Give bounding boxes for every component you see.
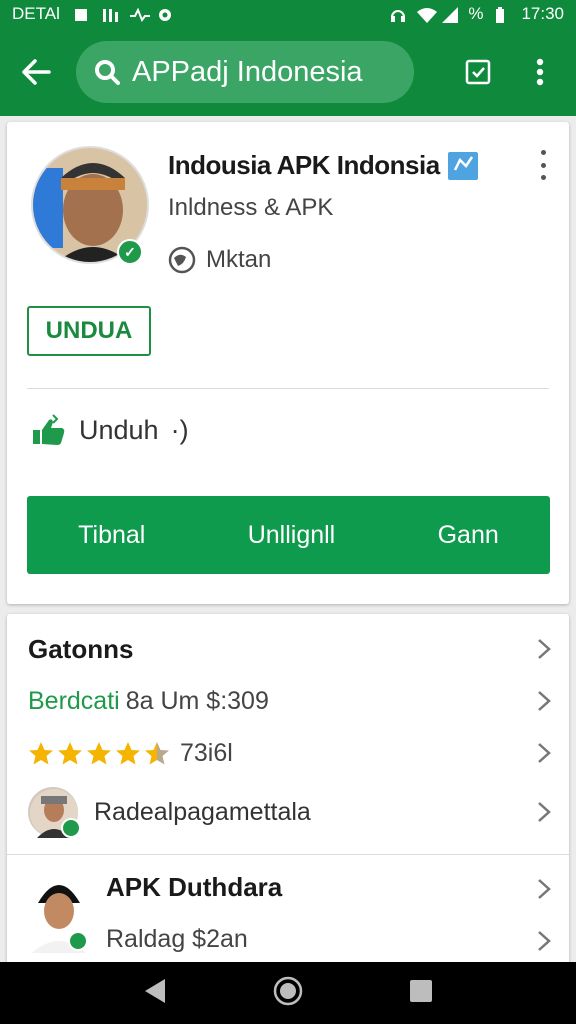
search-text: APPadj Indonesia	[132, 55, 363, 88]
checkbox-icon	[465, 59, 491, 85]
action-unllignll[interactable]: Unllignll	[238, 521, 346, 550]
chevron-right-icon	[538, 691, 551, 711]
app-subtitle: Inldness & APK	[168, 194, 334, 221]
nav-back-button[interactable]	[143, 978, 167, 1009]
more-vert-icon	[536, 58, 544, 86]
price-text: 8a Um $:309	[125, 686, 269, 715]
chevron-right-icon	[538, 802, 551, 822]
card-more-button[interactable]	[535, 150, 551, 180]
star-icon	[116, 741, 140, 764]
chevron-right-icon	[538, 879, 551, 899]
home-circle-icon	[273, 976, 303, 1005]
rating-count: 73i6l	[180, 738, 233, 767]
chevron-right-icon	[538, 931, 551, 951]
star-icon	[87, 741, 111, 764]
battery-icon	[495, 7, 509, 23]
divider	[27, 388, 549, 389]
action-bar: Tibnal Unllignll Gann	[27, 496, 550, 574]
publisher-name: APK Duthdara	[106, 872, 283, 902]
system-nav-bar	[0, 962, 576, 1024]
check-box-button[interactable]	[456, 50, 500, 94]
search-icon	[95, 60, 120, 85]
clock: 17:30	[521, 4, 564, 23]
app-title: Indousia APK Indonsia	[168, 150, 440, 180]
location-row: Mktan	[168, 246, 271, 274]
star-icon	[58, 741, 82, 764]
reviewer-name: Radealpagamettala	[94, 797, 311, 826]
battery-label: %	[468, 4, 484, 23]
verified-badge-icon	[68, 931, 88, 951]
activity-icon	[129, 7, 150, 23]
reviewer-avatar	[28, 787, 81, 838]
download-thumb-icon	[33, 414, 65, 445]
edit-badge-icon	[447, 151, 478, 180]
price-green-text: Berdcati	[28, 686, 120, 715]
recents-square-icon	[410, 979, 432, 1002]
star-rating	[28, 741, 170, 766]
reviewer-row[interactable]: Radealpagamettala	[7, 784, 569, 840]
details-list-card: Gatonns Berdcati 8a Um $:309 73i6l Radea…	[7, 614, 569, 964]
publisher-avatar	[28, 873, 90, 953]
chevron-right-icon	[538, 639, 551, 659]
verified-badge-icon: ✓	[117, 239, 143, 265]
app-detail-card: ✓ Indousia APK Indonsia Inldness & APK M…	[7, 122, 569, 604]
dot	[540, 175, 546, 180]
price-row[interactable]: Berdcati 8a Um $:309	[7, 684, 569, 718]
overflow-menu-button[interactable]	[518, 50, 562, 94]
download-suffix: ·)	[170, 414, 189, 445]
star-icon	[29, 741, 53, 764]
notification-icon	[74, 7, 88, 21]
location-icon	[158, 7, 172, 21]
publisher-detail: Raldag $2an	[106, 925, 248, 953]
install-button[interactable]: UNDUA	[27, 306, 151, 356]
carrier-label: DETAl	[12, 4, 60, 23]
back-triangle-icon	[145, 978, 165, 1003]
signal-bars-icon	[102, 7, 118, 22]
cell-signal-icon	[442, 7, 459, 23]
action-tibnal[interactable]: Tibnal	[68, 521, 155, 550]
back-arrow-icon	[22, 59, 51, 85]
nav-home-button[interactable]	[273, 976, 303, 1011]
globe-icon	[168, 246, 196, 274]
wifi-icon	[416, 7, 438, 23]
verified-badge-icon	[61, 818, 81, 838]
location-text: Mktan	[206, 246, 272, 273]
rating-row[interactable]: 73i6l	[7, 736, 569, 770]
action-gann[interactable]: Gann	[428, 521, 509, 550]
publisher-row[interactable]: APK Duthdara Raldag $2an	[7, 870, 569, 956]
divider	[7, 854, 569, 855]
dot	[540, 162, 546, 168]
download-row[interactable]: Unduh ·)	[29, 414, 189, 446]
search-bar[interactable]: APPadj Indonesia	[76, 41, 414, 103]
app-bar: APPadj Indonesia	[0, 28, 576, 116]
chevron-right-icon	[538, 743, 551, 763]
download-label: Unduh	[79, 414, 159, 445]
back-button[interactable]	[14, 50, 58, 94]
star-icon	[145, 741, 169, 764]
headset-icon	[390, 7, 406, 22]
list-header: Gatonns	[28, 633, 134, 664]
dot	[540, 150, 546, 155]
nav-recents-button[interactable]	[409, 979, 433, 1008]
app-title-row: Indousia APK Indonsia	[168, 150, 478, 181]
status-bar: DETAl % 17:30	[0, 0, 576, 28]
list-header-row[interactable]: Gatonns	[7, 632, 569, 666]
